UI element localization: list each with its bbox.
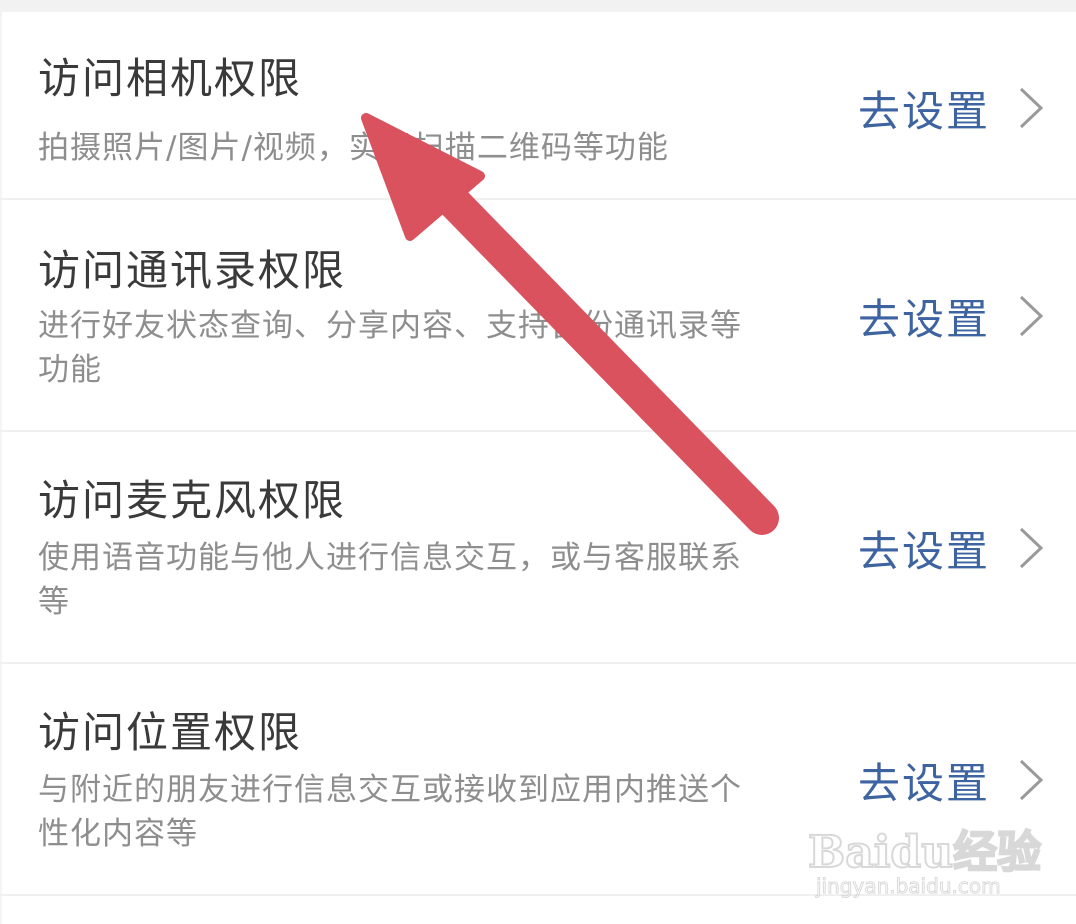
permission-item-microphone[interactable]: 访问麦克风权限 使用语音功能与他人进行信息交互，或与客服联系等 去设置: [0, 432, 1076, 664]
top-divider: [0, 0, 1076, 12]
go-settings-button[interactable]: 去设置: [858, 286, 1046, 346]
permission-title: 访问麦克风权限: [38, 476, 347, 525]
watermark-url: jingyan.baidu.com: [816, 874, 1002, 899]
chevron-right-icon: [1019, 87, 1044, 129]
chevron-right-icon: [1019, 295, 1044, 337]
go-settings-label: 去设置: [857, 294, 990, 344]
permission-description: 与附近的朋友进行信息交互或接收到应用内推送个性化内容等: [38, 772, 742, 852]
permission-item-contacts[interactable]: 访问通讯录权限 进行好友状态查询、分享内容、支持备份通讯录等功能 去设置: [0, 200, 1076, 432]
permission-description: 使用语音功能与他人进行信息交互，或与客服联系等: [38, 540, 742, 620]
go-settings-label: 去设置: [857, 86, 990, 136]
go-settings-button[interactable]: 去设置: [858, 518, 1046, 578]
watermark-brand: Baidu经验: [807, 826, 1042, 879]
go-settings-button[interactable]: 去设置: [858, 78, 1046, 138]
go-settings-label: 去设置: [857, 758, 990, 808]
permission-list: 访问相机权限 拍摄照片/图片/视频，实现扫描二维码等功能 去设置 访问通讯录权限…: [0, 12, 1076, 896]
chevron-right-icon: [1019, 759, 1044, 801]
permission-title: 访问通讯录权限: [38, 246, 347, 295]
permission-description: 拍摄照片/图片/视频，实现扫描二维码等功能: [38, 130, 669, 166]
permission-description: 进行好友状态查询、分享内容、支持备份通讯录等功能: [38, 308, 742, 388]
permission-title: 访问位置权限: [38, 708, 303, 757]
permission-item-camera[interactable]: 访问相机权限 拍摄照片/图片/视频，实现扫描二维码等功能 去设置: [0, 12, 1076, 200]
baidu-jingyan-watermark: Baidu经验 jingyan.baidu.com: [807, 812, 1042, 902]
go-settings-button[interactable]: 去设置: [858, 750, 1046, 810]
chevron-right-icon: [1019, 527, 1044, 569]
permission-title: 访问相机权限: [38, 54, 303, 103]
go-settings-label: 去设置: [857, 526, 990, 576]
